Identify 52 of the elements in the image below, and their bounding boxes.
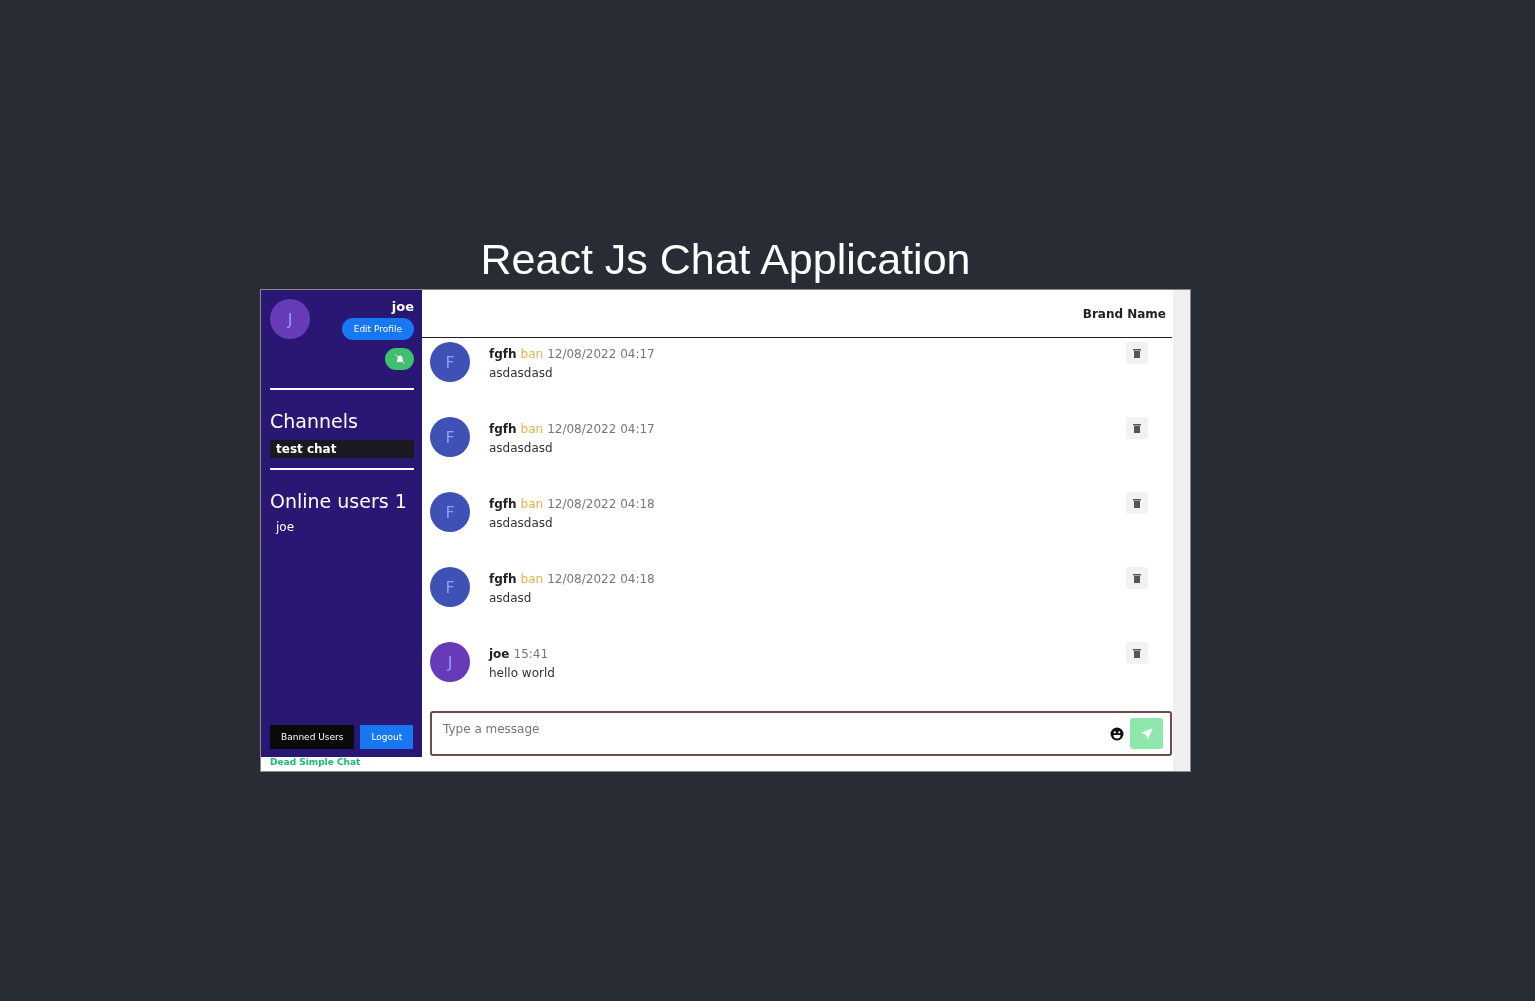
trash-icon bbox=[1133, 423, 1141, 433]
message-time: 15:41 bbox=[513, 647, 549, 661]
author-avatar: F bbox=[430, 567, 470, 607]
trash-icon bbox=[1133, 498, 1141, 508]
trash-icon bbox=[1133, 573, 1141, 583]
scrollbar[interactable] bbox=[1173, 290, 1190, 771]
author-avatar: F bbox=[430, 417, 470, 457]
ban-link[interactable]: ban bbox=[520, 497, 544, 511]
message-text: asdasdasd bbox=[489, 366, 554, 380]
ban-link[interactable]: ban bbox=[520, 347, 544, 361]
author-name: fgfh bbox=[489, 422, 517, 436]
author-name: fgfh bbox=[489, 572, 517, 586]
bell-off-icon bbox=[393, 353, 406, 365]
page-title: React Js Chat Application bbox=[479, 234, 972, 285]
author-name: fgfh bbox=[489, 347, 517, 361]
message-time: 12/08/2022 04:17 bbox=[547, 347, 655, 361]
brand-name: Brand Name bbox=[1082, 306, 1166, 321]
channel-item[interactable]: test chat bbox=[270, 440, 414, 458]
trash-icon bbox=[1133, 648, 1141, 658]
delete-button[interactable] bbox=[1126, 567, 1148, 589]
user-name: joe bbox=[391, 299, 414, 314]
message-time: 12/08/2022 04:18 bbox=[547, 572, 655, 586]
delete-button[interactable] bbox=[1126, 342, 1148, 364]
brand-link[interactable]: Dead Simple Chat bbox=[270, 757, 361, 767]
author-avatar: F bbox=[430, 342, 470, 382]
author-avatar: F bbox=[430, 492, 470, 532]
delete-button[interactable] bbox=[1126, 492, 1148, 514]
send-icon bbox=[1139, 726, 1154, 741]
message-text: asdasd bbox=[489, 591, 533, 605]
message-text: hello world bbox=[489, 666, 556, 680]
channels-heading: Channels bbox=[270, 410, 359, 432]
message-text: asdasdasd bbox=[489, 441, 554, 455]
online-user: joe bbox=[274, 520, 296, 534]
message-field[interactable]: Type a message bbox=[430, 711, 1172, 756]
edit-profile-button[interactable]: Edit Profile bbox=[341, 318, 414, 340]
message-time: 12/08/2022 04:17 bbox=[547, 422, 655, 436]
banned-users-button[interactable]: Banned Users bbox=[270, 725, 355, 749]
ban-link[interactable]: ban bbox=[520, 422, 544, 436]
logout-button[interactable]: Logout bbox=[360, 725, 414, 749]
trash-icon bbox=[1133, 348, 1141, 358]
ban-link[interactable]: ban bbox=[520, 572, 544, 586]
message-time: 12/08/2022 04:18 bbox=[547, 497, 655, 511]
notification-toggle-button[interactable] bbox=[385, 348, 414, 370]
message-text: asdasdasd bbox=[489, 516, 554, 530]
online-users-heading: Online users 1 bbox=[270, 490, 408, 512]
delete-button[interactable] bbox=[1126, 417, 1148, 439]
author-avatar: J bbox=[430, 642, 470, 682]
user-avatar: J bbox=[270, 299, 310, 339]
author-name: joe bbox=[489, 647, 510, 661]
author-name: fgfh bbox=[489, 497, 517, 511]
delete-button[interactable] bbox=[1126, 642, 1148, 664]
emoji-icon[interactable] bbox=[1110, 726, 1124, 741]
